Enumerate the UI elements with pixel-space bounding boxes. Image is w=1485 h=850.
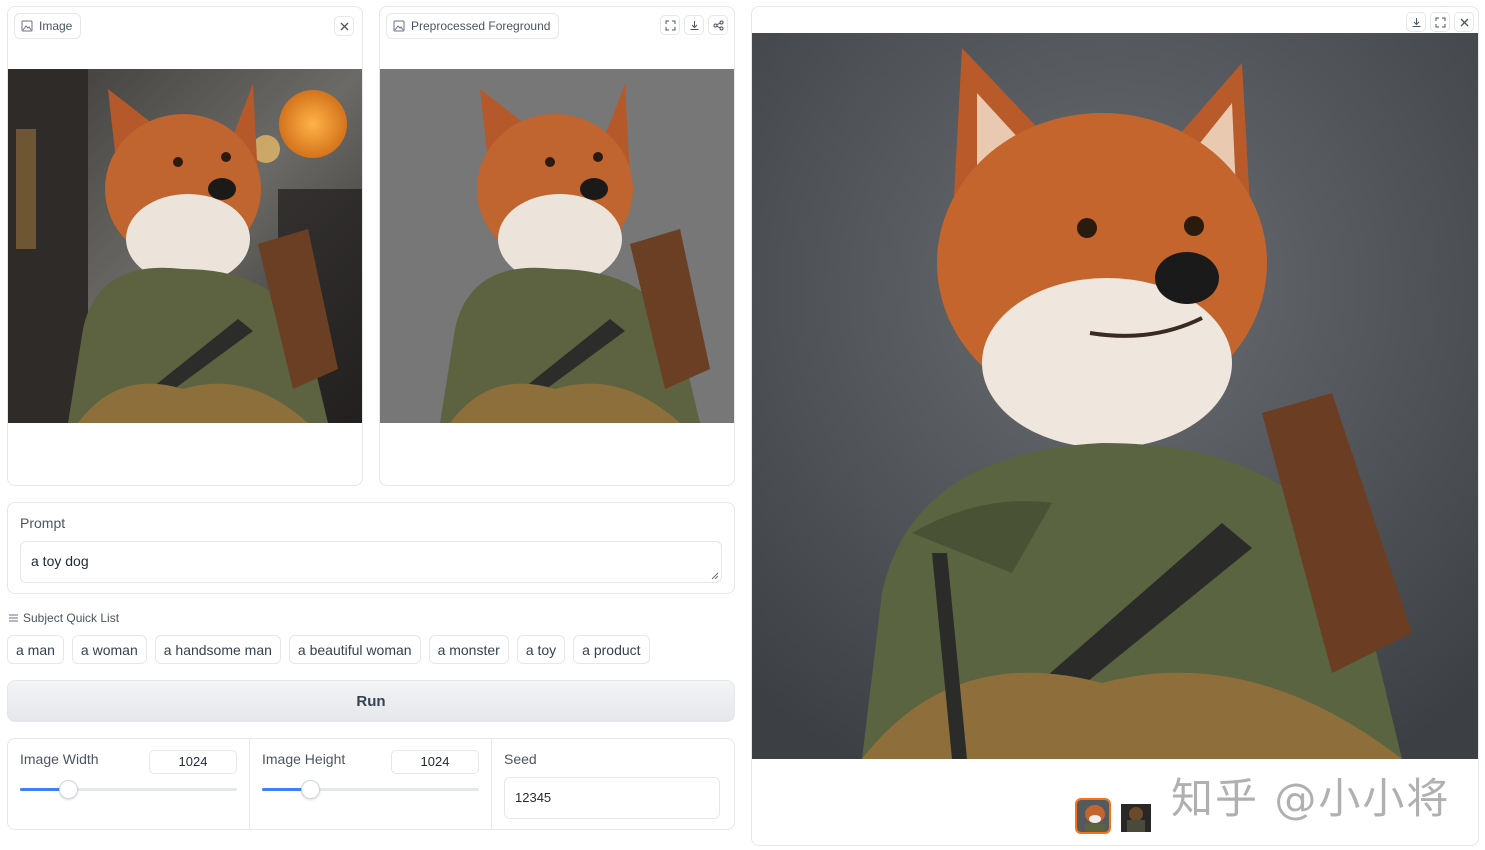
download-icon (690, 20, 698, 30)
quick-list-title: Subject Quick List (8, 611, 119, 625)
run-button[interactable]: Run (7, 680, 735, 722)
height-label: Image Height (262, 751, 346, 767)
resize-grip-icon[interactable] (711, 572, 719, 580)
image-icon (21, 20, 33, 32)
watermark-text: 知乎 @小小将 (1171, 774, 1451, 823)
output-close-button[interactable] (1454, 12, 1474, 32)
output-gallery: 知乎 @小小将 (751, 6, 1479, 846)
prompt-block: Prompt a toy dog (7, 502, 735, 594)
download-icon (1412, 17, 1420, 27)
fullscreen-button[interactable] (660, 15, 680, 35)
foreground-image (380, 69, 734, 423)
seed-label: Seed (504, 751, 537, 767)
chip-a-beautiful-woman[interactable]: a beautiful woman (288, 635, 421, 664)
settings-row: Image Width 1024 Image Height 1024 Seed … (7, 738, 735, 830)
seed-setting: Seed 12345 (492, 739, 734, 829)
prompt-input[interactable]: a toy dog (20, 541, 722, 583)
height-slider-handle[interactable] (300, 780, 320, 799)
share-button[interactable] (708, 15, 728, 35)
close-icon (340, 22, 348, 30)
fullscreen-icon (1435, 17, 1445, 27)
download-button[interactable] (684, 15, 704, 35)
share-icon (713, 20, 723, 30)
chip-a-handsome-man[interactable]: a handsome man (154, 635, 281, 664)
chip-a-toy[interactable]: a toy (516, 635, 566, 664)
input-image-label: Image (39, 19, 73, 33)
prompt-label: Prompt (20, 515, 66, 531)
foreground-label: Preprocessed Foreground (411, 19, 551, 33)
prompt-value: a toy dog (31, 553, 89, 569)
gallery-thumbnail-2[interactable] (1119, 798, 1155, 834)
input-image-tag: Image (14, 13, 82, 39)
quick-list-label: Subject Quick List (23, 611, 120, 625)
chip-a-product[interactable]: a product (573, 635, 650, 664)
width-label: Image Width (20, 751, 99, 767)
seed-input[interactable]: 12345 (504, 777, 720, 819)
gallery-thumbnail-1[interactable] (1075, 798, 1111, 834)
clear-image-button[interactable] (334, 16, 354, 36)
image-icon (393, 20, 405, 32)
chip-a-man[interactable]: a man (7, 635, 64, 664)
input-image[interactable] (8, 69, 362, 423)
close-icon (1460, 18, 1468, 26)
width-slider-handle[interactable] (58, 780, 78, 799)
width-number-input[interactable]: 1024 (149, 750, 237, 774)
output-download-button[interactable] (1406, 12, 1426, 32)
width-slider[interactable] (20, 780, 237, 799)
width-setting: Image Width 1024 (8, 739, 250, 829)
height-number-input[interactable]: 1024 (391, 750, 479, 774)
output-fullscreen-button[interactable] (1430, 12, 1450, 32)
quick-list-chips: a man a woman a handsome man a beautiful… (7, 635, 650, 664)
list-icon (9, 614, 18, 622)
foreground-tag: Preprocessed Foreground (386, 13, 560, 39)
foreground-panel: Preprocessed Foreground (379, 6, 735, 486)
height-setting: Image Height 1024 (250, 739, 492, 829)
input-image-panel[interactable]: Image (7, 6, 363, 486)
fullscreen-icon (665, 20, 675, 30)
chip-a-monster[interactable]: a monster (428, 635, 509, 664)
height-slider[interactable] (262, 780, 479, 799)
chip-a-woman[interactable]: a woman (71, 635, 147, 664)
output-main-image[interactable] (752, 33, 1478, 759)
